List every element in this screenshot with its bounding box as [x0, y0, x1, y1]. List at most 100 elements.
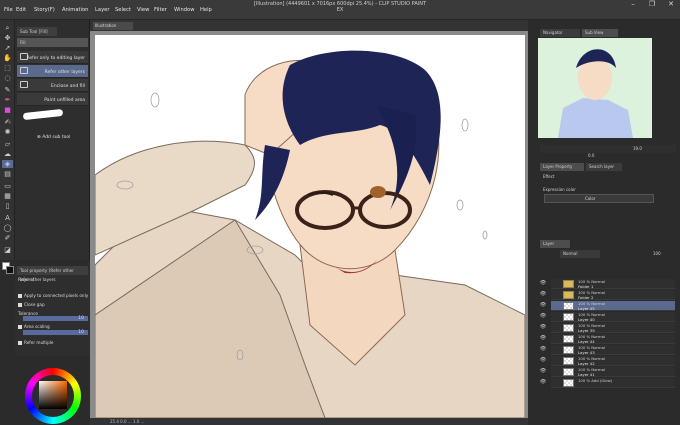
menu-window[interactable]: Window: [174, 7, 194, 13]
visibility-eye-icon[interactable]: 👁: [539, 324, 547, 332]
subtool-paint-unfilled[interactable]: Paint unfilled area: [17, 93, 88, 106]
move-layer-icon[interactable]: ✋: [2, 54, 13, 62]
text-tool-icon[interactable]: A: [2, 214, 13, 222]
add-subtool-button[interactable]: ⊕ Add sub tool: [37, 135, 70, 140]
layer-tab[interactable]: Layer: [540, 240, 570, 248]
expression-color-select[interactable]: Color: [544, 194, 654, 203]
frame-tool-icon[interactable]: ▦: [2, 192, 13, 200]
visibility-eye-icon[interactable]: 👁: [539, 335, 547, 343]
zoom-tool-icon[interactable]: ⌕: [2, 24, 13, 32]
refer-multiple-label: Refer multiple: [24, 340, 54, 345]
tool-property-tab[interactable]: Tool property (Refer other layers): [17, 266, 88, 282]
move-tool-icon[interactable]: ✥: [2, 34, 13, 42]
operation-tool-icon[interactable]: ➚: [2, 44, 13, 52]
gradient-tool-icon[interactable]: ▤: [2, 170, 13, 178]
layer-row[interactable]: 100 % Add (Glow): [551, 378, 675, 388]
subtool-enclose-and-fill[interactable]: Enclose and fill: [17, 79, 88, 92]
visibility-eye-icon[interactable]: 👁: [539, 368, 547, 376]
sub-view-tab[interactable]: Sub View: [582, 29, 618, 37]
saturation-value-square[interactable]: [39, 381, 67, 409]
layer-row[interactable]: 100 % Normal Layer 45: [551, 301, 675, 311]
pencil-tool-icon[interactable]: ■: [2, 106, 13, 114]
layer-row[interactable]: 100 % Normal Layer 43: [551, 345, 675, 355]
visibility-eye-icon[interactable]: 👁: [539, 346, 547, 354]
layer-row[interactable]: 100 % Normal Layer 42: [551, 356, 675, 366]
layer-name: Folder 1: [578, 284, 594, 289]
menu-story[interactable]: Story(F): [34, 7, 55, 13]
subtool-header: Fill: [17, 38, 88, 47]
canvas-area[interactable]: [90, 31, 528, 418]
balloon-tool-icon[interactable]: ◯: [2, 224, 13, 232]
menu-animation[interactable]: Animation: [62, 7, 88, 13]
visibility-eye-icon[interactable]: 👁: [539, 291, 547, 299]
fill-tool-icon[interactable]: ◈: [2, 160, 13, 168]
search-layer-tab[interactable]: Search layer: [586, 163, 622, 171]
pen-tool-icon[interactable]: ✒: [2, 96, 13, 104]
apply-connected-checkbox[interactable]: Apply to connected pixels only: [18, 293, 88, 298]
visibility-eye-icon[interactable]: 👁: [539, 313, 547, 321]
menu-select[interactable]: Select: [115, 7, 131, 13]
visibility-eye-icon[interactable]: 👁: [539, 357, 547, 365]
navigator-tab[interactable]: Navigator: [540, 29, 580, 37]
visibility-eye-icon[interactable]: 👁: [539, 302, 547, 310]
navigator-preview[interactable]: [538, 38, 652, 138]
layer-thumbnail: [563, 335, 574, 343]
lasso-tool-icon[interactable]: ◌: [2, 74, 13, 82]
layer-row[interactable]: 100 % Normal Layer 44: [551, 334, 675, 344]
color-picker-icon[interactable]: ◪: [2, 246, 13, 254]
layer-name: Layer 39: [578, 328, 595, 333]
layer-folder-row[interactable]: 100 % Normal Folder 1: [551, 279, 675, 289]
figure-tool-icon[interactable]: ▭: [2, 182, 13, 190]
canvas-tab[interactable]: Illustration: [93, 22, 133, 30]
eyedropper-icon[interactable]: ✎: [2, 86, 13, 94]
brush-tool-icon[interactable]: ✍: [2, 118, 13, 126]
menu-filter[interactable]: Filter: [154, 7, 167, 13]
refer-multiple-checkbox[interactable]: Refer multiple: [18, 340, 54, 345]
clip-studio-window: File Edit Story(F) Animation Layer Selec…: [0, 0, 680, 425]
close-gap-checkbox[interactable]: Close gap: [18, 302, 45, 307]
layer-name: Layer 43: [578, 350, 595, 355]
subtool-label: Enclose and fill: [51, 84, 85, 89]
close-button[interactable]: ✕: [662, 0, 680, 8]
correct-line-icon[interactable]: ✐: [2, 234, 13, 242]
menu-edit[interactable]: Edit: [16, 7, 26, 13]
layer-folder-row[interactable]: 100 % Normal Folder 2: [551, 290, 675, 300]
blend-mode-select[interactable]: Normal: [560, 250, 600, 258]
subtool-tab[interactable]: Sub Tool [Fill]: [17, 27, 57, 36]
menu-layer[interactable]: Layer: [95, 7, 109, 13]
opacity-value[interactable]: 100: [650, 250, 675, 258]
background-color-swatch[interactable]: [6, 266, 14, 274]
layer-thumbnail: [563, 324, 574, 332]
layer-property-tab[interactable]: Layer Property: [540, 163, 584, 171]
layer-thumbnail: [563, 379, 574, 387]
brush-stroke-preview: [22, 108, 64, 121]
minimize-button[interactable]: –: [624, 0, 642, 8]
subtool-refer-editing-layer[interactable]: Refer only to editing layer: [17, 51, 88, 64]
tolerance-value: 10: [78, 316, 84, 321]
maximize-button[interactable]: ❐: [643, 0, 661, 8]
airbrush-tool-icon[interactable]: ✺: [2, 128, 13, 136]
layer-name: Layer 44: [578, 339, 595, 344]
visibility-eye-icon[interactable]: 👁: [539, 379, 547, 387]
blend-tool-icon[interactable]: ☁: [2, 150, 13, 158]
menu-file[interactable]: File: [4, 7, 13, 13]
ruler-tool-icon[interactable]: ▯: [2, 202, 13, 210]
layer-thumbnail: [563, 346, 574, 354]
area-scaling-value: 10: [78, 330, 84, 335]
tool-property-panel: Tool property (Refer other layers) Refer…: [15, 266, 90, 356]
layer-row[interactable]: 100 % Normal Layer 41: [551, 367, 675, 377]
subtool-refer-other-layers[interactable]: Refer other layers: [17, 65, 88, 78]
eraser-tool-icon[interactable]: ▱: [2, 140, 13, 148]
visibility-eye-icon[interactable]: 👁: [539, 280, 547, 288]
layer-row[interactable]: 100 % Normal Layer 40: [551, 312, 675, 322]
area-scaling-checkbox[interactable]: Area scaling: [18, 324, 50, 329]
canvas-statusbar: 25.4 0.0 ... 1.0 ...: [90, 418, 528, 425]
selection-tool-icon[interactable]: ⬚: [2, 64, 13, 72]
menu-view[interactable]: View: [137, 7, 149, 13]
checkbox-icon: [18, 341, 22, 345]
illustration-artwork: [95, 50, 525, 418]
menu-help[interactable]: Help: [200, 7, 212, 13]
layer-row[interactable]: 100 % Normal Layer 39: [551, 323, 675, 333]
window-title: [Illustration] (4449601 x 7016px 600dpi …: [253, 1, 427, 13]
layer-name: Layer 42: [578, 361, 595, 366]
